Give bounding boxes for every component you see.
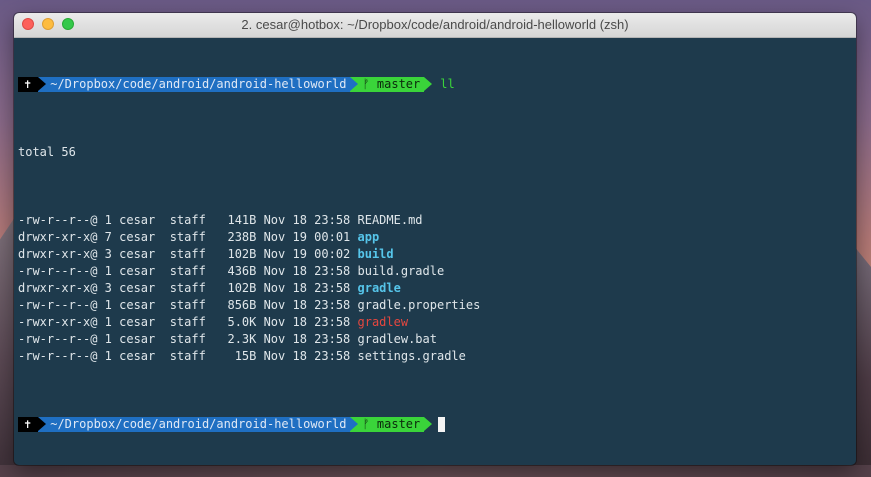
- file-links: 3: [104, 281, 112, 295]
- window-title: 2. cesar@hotbox: ~/Dropbox/code/android/…: [241, 17, 629, 32]
- terminal-output[interactable]: ✝ ~/Dropbox/code/android/android-hellowo…: [14, 38, 856, 465]
- file-row: -rw-r--r--@ 1 cesar staff 15B Nov 18 23:58 set…: [18, 348, 852, 365]
- branch-name: master: [376, 77, 421, 91]
- file-row: -rwxr-xr-x@ 1 cesar staff 5.0K Nov 18 23:58 gr…: [18, 314, 852, 331]
- cross-icon: ✝: [24, 77, 32, 91]
- file-name: gradle.properties: [357, 298, 481, 312]
- file-group: staff: [169, 213, 206, 227]
- prompt-line-active: ✝ ~/Dropbox/code/android/android-hellowo…: [18, 416, 852, 433]
- file-group: staff: [169, 281, 206, 295]
- file-date: Nov 18 23:58: [263, 349, 351, 363]
- desktop-ground: [0, 465, 871, 477]
- file-group: staff: [169, 298, 206, 312]
- file-perms: -rw-r--r--@: [18, 332, 98, 346]
- command-text: ll: [440, 77, 455, 91]
- listing-rows: -rw-r--r--@ 1 cesar staff 141B Nov 18 23:58 RE…: [18, 212, 852, 365]
- prompt-path: ~/Dropbox/code/android/android-helloworl…: [50, 417, 347, 431]
- file-links: 7: [104, 230, 112, 244]
- path-segment: ~/Dropbox/code/android/android-helloworl…: [38, 77, 359, 92]
- file-links: 1: [104, 332, 112, 346]
- file-perms: drwxr-xr-x@: [18, 230, 98, 244]
- file-links: 1: [104, 349, 112, 363]
- prompt-path: ~/Dropbox/code/android/android-helloworl…: [50, 77, 347, 91]
- file-group: staff: [169, 332, 206, 346]
- file-name: gradlew: [357, 315, 409, 329]
- file-group: staff: [169, 247, 206, 261]
- text-cursor[interactable]: [438, 417, 446, 432]
- file-date: Nov 18 23:58: [263, 315, 351, 329]
- file-size: 15B: [234, 349, 257, 363]
- file-links: 3: [104, 247, 112, 261]
- file-owner: cesar: [119, 247, 156, 261]
- file-group: staff: [169, 349, 206, 363]
- file-owner: cesar: [119, 281, 156, 295]
- file-owner: cesar: [119, 264, 156, 278]
- file-perms: -rw-r--r--@: [18, 264, 98, 278]
- file-name: gradlew.bat: [357, 332, 437, 346]
- file-owner: cesar: [119, 349, 156, 363]
- file-perms: drwxr-xr-x@: [18, 247, 98, 261]
- file-owner: cesar: [119, 315, 156, 329]
- file-size: 856B: [227, 298, 257, 312]
- file-row: drwxr-xr-x@ 3 cesar staff 102B Nov 19 00:02 bu…: [18, 246, 852, 263]
- file-size: 238B: [227, 230, 257, 244]
- git-branch-icon: ᚠ: [362, 77, 370, 91]
- title-bar[interactable]: 2. cesar@hotbox: ~/Dropbox/code/android/…: [14, 13, 856, 38]
- file-row: drwxr-xr-x@ 3 cesar staff 102B Nov 18 23:58 gr…: [18, 280, 852, 297]
- file-links: 1: [104, 315, 112, 329]
- file-owner: cesar: [119, 230, 156, 244]
- file-perms: -rw-r--r--@: [18, 298, 98, 312]
- file-row: -rw-r--r--@ 1 cesar staff 856B Nov 18 23:58 gr…: [18, 297, 852, 314]
- file-row: -rw-r--r--@ 1 cesar staff 436B Nov 18 23:58 bu…: [18, 263, 852, 280]
- file-date: Nov 18 23:58: [263, 213, 351, 227]
- file-perms: drwxr-xr-x@: [18, 281, 98, 295]
- branch-name: master: [376, 417, 421, 431]
- file-size: 102B: [227, 247, 257, 261]
- file-name: settings.gradle: [357, 349, 466, 363]
- file-links: 1: [104, 213, 112, 227]
- cross-icon: ✝: [24, 417, 32, 431]
- branch-segment: ᚠ master: [350, 77, 433, 92]
- file-size: 2.3K: [227, 332, 257, 346]
- file-date: Nov 18 23:58: [263, 281, 351, 295]
- file-date: Nov 19 00:02: [263, 247, 351, 261]
- file-size: 5.0K: [227, 315, 257, 329]
- file-group: staff: [169, 315, 206, 329]
- file-owner: cesar: [119, 298, 156, 312]
- file-perms: -rwxr-xr-x@: [18, 315, 98, 329]
- file-group: staff: [169, 230, 206, 244]
- file-name: build: [357, 247, 394, 261]
- branch-segment: ᚠ master: [350, 417, 433, 432]
- file-group: staff: [169, 264, 206, 278]
- file-owner: cesar: [119, 213, 156, 227]
- file-date: Nov 18 23:58: [263, 298, 351, 312]
- file-size: 436B: [227, 264, 257, 278]
- file-perms: -rw-r--r--@: [18, 349, 98, 363]
- file-date: Nov 18 23:58: [263, 332, 351, 346]
- root-segment: ✝: [18, 77, 47, 92]
- file-row: drwxr-xr-x@ 7 cesar staff 238B Nov 19 00:01 ap…: [18, 229, 852, 246]
- path-segment: ~/Dropbox/code/android/android-helloworl…: [38, 417, 359, 432]
- file-size: 141B: [227, 213, 257, 227]
- file-owner: cesar: [119, 332, 156, 346]
- file-name: README.md: [357, 213, 423, 227]
- file-date: Nov 18 23:58: [263, 264, 351, 278]
- file-date: Nov 19 00:01: [263, 230, 351, 244]
- file-name: build.gradle: [357, 264, 445, 278]
- terminal-window: 2. cesar@hotbox: ~/Dropbox/code/android/…: [14, 13, 856, 465]
- file-size: 102B: [227, 281, 257, 295]
- file-links: 1: [104, 298, 112, 312]
- file-row: -rw-r--r--@ 1 cesar staff 2.3K Nov 18 23:58 gr…: [18, 331, 852, 348]
- file-perms: -rw-r--r--@: [18, 213, 98, 227]
- prompt-line: ✝ ~/Dropbox/code/android/android-hellowo…: [18, 76, 852, 93]
- git-branch-icon: ᚠ: [362, 417, 370, 431]
- file-name: gradle: [357, 281, 401, 295]
- file-name: app: [357, 230, 380, 244]
- listing-total: total 56: [18, 145, 76, 159]
- root-segment: ✝: [18, 417, 47, 432]
- file-row: -rw-r--r--@ 1 cesar staff 141B Nov 18 23:58 RE…: [18, 212, 852, 229]
- file-links: 1: [104, 264, 112, 278]
